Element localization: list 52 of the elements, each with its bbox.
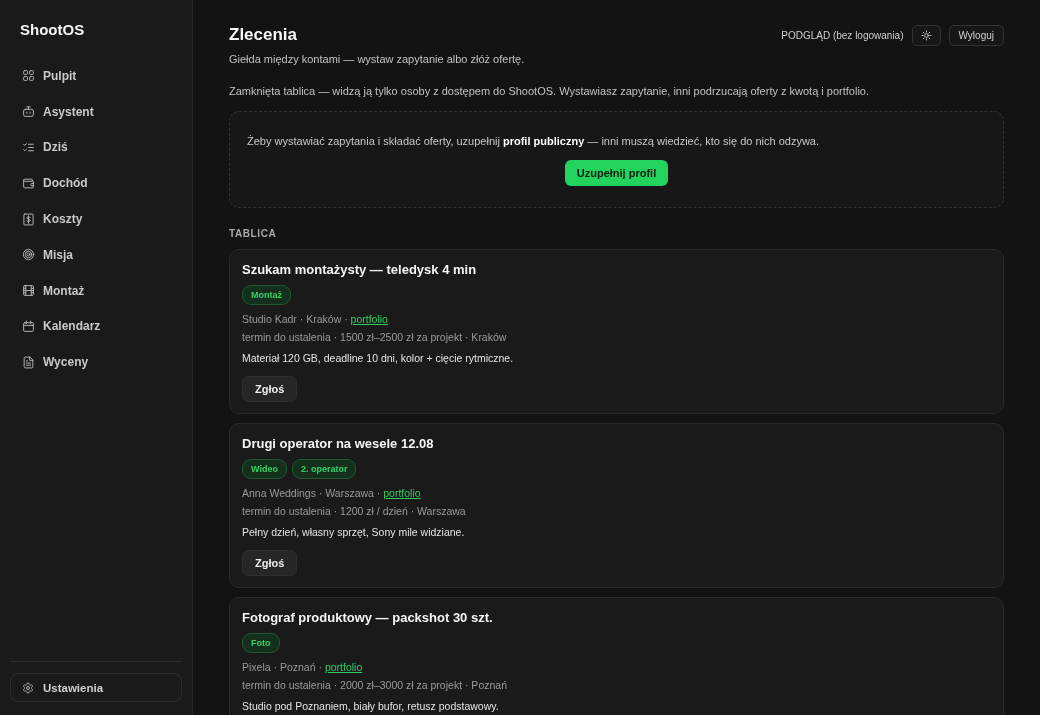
sidebar-item[interactable]: Dochód [10,165,182,202]
robot-icon [22,105,35,119]
listing-description: Studio pod Poznaniem, biały bufor, retusz podstawowy. [242,699,499,713]
category-tag: Foto [242,633,280,653]
page-subtitle: Giełda między kontami — wystaw zapytanie albo złóż ofertę. [229,52,526,67]
sidebar-item[interactable]: Koszty [10,201,182,237]
sidebar-item[interactable]: Montaż [10,272,182,309]
listing-meta: Anna Weddings · Warszawa · portfolio [242,486,421,500]
complete-profile-button[interactable]: Uzupełnij profil [564,160,669,186]
sidebar-item[interactable]: Kalendarz [10,308,182,345]
film-icon [22,284,35,298]
logout-button[interactable]: Wyloguj [948,24,1004,46]
sidebar-item[interactable]: Wyceny [10,344,182,381]
listing-terms: termin do ustalenia · 1200 zł / dzień · Warszawa [242,504,466,518]
sidebar-item[interactable]: Pulpit [10,58,182,94]
brand-name: ShootOS [20,20,85,40]
listing-terms: termin do ustalenia · 2000 zł–3000 zł za projekt · Poznań [242,678,507,692]
listing-title: Szukam montażysty — teledysk 4 min [242,261,477,279]
category-tag: 2. operator [291,459,357,479]
listing-meta: Pixela · Poznań · portfolio [242,660,363,674]
settings-button[interactable]: Ustawienia [10,673,182,702]
listing-description: Materiał 120 GB, deadline 10 dni, kolor + cięcie rytmiczne. [242,351,514,365]
notice-text: Żeby wystawiać zapytania i składać oferty, uzupełnij profil publiczny — inni muszą wiedzieć, kto się do nich odzywa. [247,134,821,149]
apply-button[interactable]: Zgłoś [242,550,298,576]
portfolio-link[interactable]: portfolio [324,661,363,673]
document-icon [22,355,35,369]
sidebar-item[interactable]: Dziś [10,129,182,166]
listing-description: Pełny dzień, własny sprzęt, Sony mile widziane. [242,525,465,539]
portfolio-link[interactable]: portfolio [383,487,421,499]
theme-toggle-button[interactable] [911,24,941,46]
category-tag: Wideo [242,459,287,479]
calendar-icon [22,319,35,333]
portfolio-link[interactable]: portfolio [350,313,388,325]
sun-icon [920,29,932,41]
listing-title: Drugi operator na wesele 12.08 [242,435,434,453]
checklist-icon [22,141,35,154]
listing-meta: Studio Kadr · Kraków · portfolio [242,312,388,326]
listing-terms: termin do ustalenia · 1500 zł–2500 zł za projekt · Kraków [242,330,507,344]
grid-icon [22,69,35,83]
sidebar-item[interactable]: Asystent [10,93,182,130]
settings-icon [22,681,34,694]
category-tag: Montaż [242,285,291,305]
apply-button[interactable]: Zgłoś [242,376,298,402]
page-title: Zlecenia [229,24,298,46]
sidebar-item[interactable]: Misja [10,237,182,273]
listing-title: Fotograf produktowy — packshot 30 szt. [242,609,493,627]
wallet-icon [22,176,35,190]
board-description: Zamknięta tablica — widzą ją tylko osoby z dostępem do ShootOS. Wystawiasz zapytanie, inni podrzucają oferty z kwotą i portfolio. [229,84,871,99]
dollar-receipt-icon [22,212,35,226]
target-icon [22,248,35,262]
section-heading: TABLICA [229,227,278,241]
preview-mode-label: PODGLĄD (bez logowania) [781,29,904,41]
